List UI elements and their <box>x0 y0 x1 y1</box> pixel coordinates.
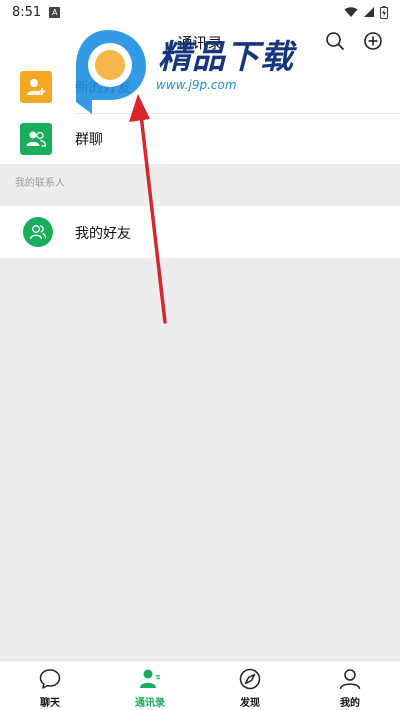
tab-contacts-label: 通讯录 <box>135 698 165 709</box>
tab-me-label: 我的 <box>340 698 360 709</box>
search-icon <box>326 32 344 50</box>
tab-discover-label: 发现 <box>240 698 260 709</box>
app-header: 通讯录 <box>0 24 400 62</box>
plus-circle-icon <box>364 32 382 50</box>
battery-icon <box>380 5 388 19</box>
signal-icon <box>364 7 374 17</box>
group-chat-label: 群聊 <box>75 132 103 148</box>
new-friends-row[interactable]: 新的好友 <box>0 62 400 112</box>
compass-icon <box>237 666 263 692</box>
profile-icon <box>337 666 363 692</box>
status-time: 8:51 <box>12 4 42 20</box>
add-button[interactable] <box>362 30 384 52</box>
my-friends-label: 我的好友 <box>75 226 131 242</box>
tab-discover[interactable]: 发现 <box>200 661 300 710</box>
my-friends-row[interactable]: 我的好友 <box>0 206 400 258</box>
new-friends-label: 新的好友 <box>75 80 131 96</box>
contacts-icon <box>137 666 163 692</box>
status-bar: 8:51 A <box>0 0 400 24</box>
group-chat-icon <box>20 123 52 155</box>
chat-icon <box>37 666 63 692</box>
tab-chat[interactable]: 聊天 <box>0 661 100 710</box>
search-button[interactable] <box>324 30 346 52</box>
group-chat-row[interactable]: 群聊 <box>0 114 400 164</box>
notification-icon: A <box>49 6 61 18</box>
contact-list: 新的好友 群聊 <box>0 62 400 164</box>
tab-contacts[interactable]: 通讯录 <box>100 661 200 710</box>
wifi-icon <box>344 7 358 17</box>
section-label: 我的联系人 <box>15 178 65 189</box>
bottom-tab-bar: 聊天 通讯录 发现 我的 <box>0 660 400 710</box>
add-friend-icon <box>20 71 52 103</box>
tab-chat-label: 聊天 <box>40 698 60 709</box>
my-friends-icon <box>23 217 53 247</box>
tab-me[interactable]: 我的 <box>300 661 400 710</box>
